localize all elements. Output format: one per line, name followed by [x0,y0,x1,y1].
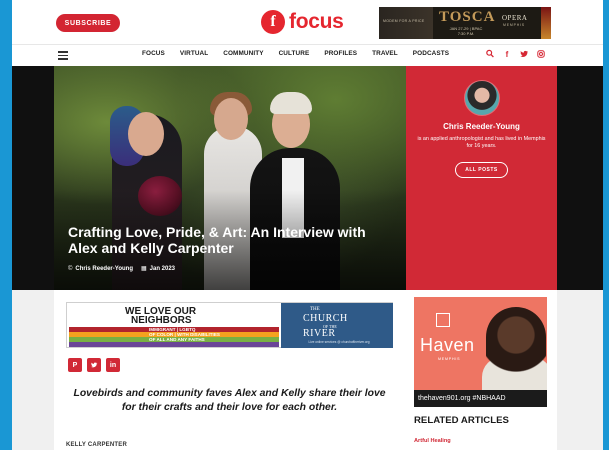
nav-item-focus[interactable]: FOCUS [142,50,165,57]
author-panel: Chris Reeder-Young is an applied anthrop… [406,66,557,290]
ad-left-text: MODEM FOR A PRICE [383,19,425,23]
nav-item-profiles[interactable]: PROFILES [324,50,357,57]
ad-brand: OPERA [502,14,528,22]
haven-ad[interactable]: Haven MEMPHIS thehaven901.org #NBHAAD [414,297,547,407]
top-bar: SUBSCRIBE f focus MODEM FOR A PRICE TOSC… [12,0,603,44]
logo-f-icon: f [261,10,285,34]
haven-ad-title: Haven [420,335,475,355]
related-article-link[interactable]: Artful Healing [414,438,451,444]
tosca-ad-banner[interactable]: MODEM FOR A PRICE TOSCA JAN 27-29 | BPAC… [379,7,551,39]
avatar[interactable] [464,80,500,116]
ad-image: MODEM FOR A PRICE [379,7,433,39]
haven-logo-icon [436,313,450,327]
nav-item-community[interactable]: COMMUNITY [223,50,263,57]
twitter-icon[interactable] [520,49,529,61]
linkedin-icon[interactable]: in [106,358,120,372]
section-byline: KELLY CARPENTER [66,442,128,448]
article-title[interactable]: Crafting Love, Pride, & Art: An Intervie… [68,224,398,256]
ad-dates: JAN 27-29 | BPAC 7:30 P.M. [441,26,491,36]
haven-ad-person [486,307,546,387]
logo-text: focus [289,10,344,33]
nav-icons: f [486,49,545,61]
hero-figure-center-head [214,98,248,140]
share-buttons: P in [68,358,120,372]
meta-author[interactable]: Chris Reeder-Young [75,266,133,272]
page: SUBSCRIBE f focus MODEM FOR A PRICE TOSC… [12,0,603,450]
church-word: CHURCH [303,313,348,324]
ad-city: MEMPHIS [503,23,525,27]
main-nav: FOCUS VIRTUAL COMMUNITY CULTURE PROFILES… [12,44,603,66]
menu-icon[interactable] [58,51,68,60]
author-icon: © [68,265,73,272]
subscribe-button[interactable]: SUBSCRIBE [56,14,120,32]
twitter-icon[interactable] [87,358,101,372]
article-dek: Lovebirds and community faves Alex and K… [73,388,386,413]
site-logo[interactable]: f focus [261,9,344,35]
nav-item-travel[interactable]: TRAVEL [372,50,398,57]
article-meta: © Chris Reeder-Young ▦ Jan 2023 [68,265,176,273]
church-river: RIVER [303,328,336,339]
banner-line-2: NEIGHBORS [131,315,192,326]
church-footer: Live online services @ churchoftheriver.… [308,340,370,344]
haven-ad-subtitle: MEMPHIS [438,357,461,361]
nav-menu: FOCUS VIRTUAL COMMUNITY CULTURE PROFILES… [142,50,464,57]
nav-item-virtual[interactable]: VIRTUAL [180,50,208,57]
author-name[interactable]: Chris Reeder-Young [406,122,557,131]
search-icon[interactable] [486,49,494,61]
church-the: THE [310,307,320,312]
related-articles-heading: RELATED ARTICLES [414,415,509,426]
ad-title: TOSCA [439,9,496,25]
nav-item-culture[interactable]: CULTURE [279,50,310,57]
meta-date: Jan 2023 [149,265,176,272]
facebook-icon[interactable]: f [503,49,511,61]
banner-row-3-text: OF ALL AND ANY FAITHS [149,336,205,342]
instagram-icon[interactable] [537,49,545,61]
hero-image[interactable]: Crafting Love, Pride, & Art: An Intervie… [54,66,406,290]
article-body: WE LOVE OUR NEIGHBORS IMMIGRANT | LGBTQ … [54,290,406,450]
author-bio: is an applied anthropologist and has liv… [417,136,546,149]
church-logo-panel: THE CHURCH OF THE RIVER Live online serv… [281,303,393,348]
all-posts-button[interactable]: ALL POSTS [455,162,508,178]
pinterest-icon[interactable]: P [68,358,82,372]
nav-item-podcasts[interactable]: PODCASTS [413,50,449,57]
hero-figure-left-head [128,112,164,156]
sidebar: Haven MEMPHIS thehaven901.org #NBHAAD RE… [406,290,557,450]
church-ad-banner[interactable]: WE LOVE OUR NEIGHBORS IMMIGRANT | LGBTQ … [66,302,393,348]
ad-stripe [541,7,551,39]
calendar-icon: ▦ [140,266,147,272]
hero-figure-right-hair [270,92,312,114]
haven-ad-strip: thehaven901.org #NBHAAD [414,390,547,407]
ad-time-text: 7:30 P.M. [457,31,475,36]
banner-row-4 [69,342,279,347]
